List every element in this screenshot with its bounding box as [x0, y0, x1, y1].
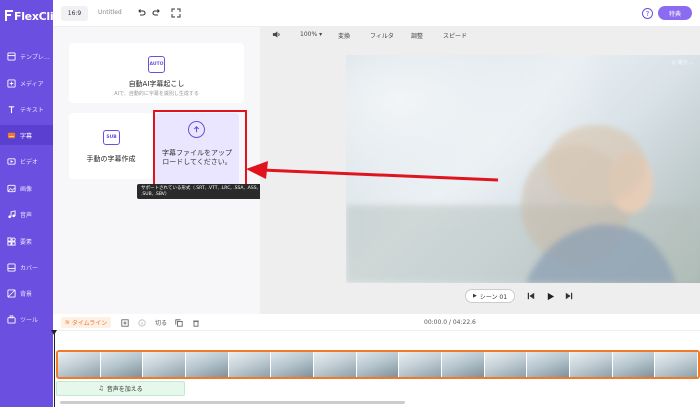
- toolbar-transform[interactable]: 変換: [338, 31, 350, 40]
- next-icon[interactable]: [564, 291, 574, 301]
- volume-icon[interactable]: [272, 30, 281, 39]
- clip-thumbnail[interactable]: [399, 352, 443, 377]
- toolbar-filter[interactable]: フィルタ: [370, 31, 394, 40]
- previous-icon[interactable]: [526, 291, 536, 301]
- clip-thumbnail[interactable]: [228, 352, 272, 377]
- timecode: 00:00.0 / 04:22.6: [424, 319, 476, 326]
- tab-timeline[interactable]: ≋ タイムライン: [61, 317, 111, 328]
- video-track[interactable]: [56, 350, 700, 379]
- timeline-tab-label: タイムライン: [71, 320, 108, 327]
- clip-thumbnail[interactable]: [655, 352, 698, 377]
- sidebar-item-label: テンプレ…: [20, 53, 50, 61]
- scene-button[interactable]: ▶ シーン 01: [465, 289, 515, 303]
- play-icon[interactable]: [545, 291, 555, 301]
- add-audio-label: 音声を加える: [106, 386, 143, 393]
- video-icon: [7, 157, 16, 166]
- sidebar-item-media[interactable]: メディア: [0, 73, 53, 93]
- clip-thumbnail[interactable]: [314, 352, 357, 377]
- playhead[interactable]: [54, 331, 55, 407]
- sub-icon: SUB: [103, 130, 120, 145]
- subtitle-icon: [7, 131, 16, 140]
- clip-thumbnail[interactable]: [442, 352, 485, 377]
- auto-card-subtitle: AIで、自動的に字幕を識別し生成する: [114, 91, 199, 97]
- toolbar-speed[interactable]: スピード: [443, 31, 467, 40]
- sidebar-item-label: カバー: [20, 264, 39, 272]
- clip-thumbnail[interactable]: [58, 352, 101, 377]
- tools-icon: [7, 314, 16, 324]
- clip-thumbnail[interactable]: [570, 352, 613, 377]
- sidebar-item-subtitle[interactable]: 字幕: [0, 125, 53, 145]
- audio-icon: [7, 209, 16, 219]
- sidebar-item-label: 要素: [20, 238, 33, 246]
- zoom-value: 100%: [300, 31, 318, 38]
- redo-icon[interactable]: [152, 8, 162, 18]
- auto-ai-subtitle-card[interactable]: AUTO 自動AI字幕起こし AIで、自動的に字幕を識別し生成する: [69, 43, 244, 103]
- sidebar-item-label: 背景: [20, 290, 33, 298]
- sidebar-item-template[interactable]: テンプレ…: [0, 46, 53, 66]
- manual-card-title: 手動の字幕作成: [86, 155, 136, 163]
- sidebar-item-label: 音声: [20, 211, 33, 219]
- red-arrow-annotation: [246, 161, 499, 182]
- zoom-select[interactable]: 100% ▾: [300, 31, 322, 38]
- info-icon[interactable]: [137, 318, 146, 327]
- sidebar-item-cover[interactable]: カバー: [0, 257, 53, 277]
- undo-icon[interactable]: [136, 8, 146, 18]
- timeline-icon: ≋: [64, 319, 70, 326]
- timeline-toolbar: ≋ タイムライン 切る 00:00.0 / 04:22.6: [53, 314, 700, 331]
- cut-button[interactable]: 切る: [155, 318, 167, 327]
- timeline-ruler[interactable]: [53, 331, 700, 349]
- watermark: ◎ 電子 ...: [671, 60, 694, 66]
- music-icon: ♫: [98, 385, 104, 392]
- clip-thumbnail[interactable]: [100, 352, 144, 377]
- clip-thumbnail[interactable]: [484, 352, 528, 377]
- manual-subtitle-card[interactable]: SUB 手動の字幕作成: [69, 113, 153, 179]
- sidebar: FlexClip テンプレ… メディア テキスト 字幕 ビデオ 画像 音声 要素…: [0, 0, 61, 407]
- auto-icon: AUTO: [148, 56, 165, 73]
- clip-thumbnail[interactable]: [186, 352, 229, 377]
- sidebar-item-background[interactable]: 背景: [0, 283, 53, 303]
- playhead-handle[interactable]: [51, 330, 57, 335]
- clip-thumbnail[interactable]: [271, 352, 315, 377]
- sidebar-item-label: 字幕: [20, 132, 33, 140]
- sidebar-item-label: 画像: [20, 185, 33, 193]
- premium-button[interactable]: 特典: [658, 6, 692, 20]
- template-icon: [7, 51, 16, 61]
- sidebar-item-label: メディア: [20, 80, 44, 88]
- add-icon[interactable]: [120, 318, 129, 327]
- timeline-scrollbar[interactable]: [60, 401, 405, 404]
- sidebar-item-image[interactable]: 画像: [0, 178, 53, 198]
- help-icon[interactable]: ?: [642, 8, 653, 19]
- aspect-ratio-button[interactable]: 16:9: [61, 6, 88, 21]
- sidebar-item-audio[interactable]: 音声: [0, 204, 53, 224]
- scene-label: シーン 01: [479, 293, 508, 301]
- sidebar-item-label: ツール: [20, 316, 39, 324]
- sidebar-item-text[interactable]: テキスト: [0, 99, 53, 119]
- sidebar-item-label: ビデオ: [20, 158, 39, 166]
- clip-thumbnail[interactable]: [356, 352, 400, 377]
- top-bar: 16:9 Untitled ? 特典: [53, 0, 700, 27]
- background-icon: [7, 288, 16, 298]
- media-icon: [7, 78, 16, 88]
- project-name[interactable]: Untitled: [98, 9, 122, 16]
- duplicate-icon[interactable]: [174, 318, 183, 327]
- image-icon: [7, 184, 16, 193]
- elements-icon: [7, 236, 16, 246]
- delete-icon[interactable]: [191, 318, 200, 327]
- add-audio-button[interactable]: ♫ 音声を加える: [56, 381, 185, 396]
- sidebar-item-tools[interactable]: ツール: [0, 309, 53, 329]
- auto-card-title: 自動AI字幕起こし: [128, 80, 185, 88]
- text-icon: [7, 105, 16, 114]
- clip-thumbnail[interactable]: [143, 352, 187, 377]
- sidebar-item-elements[interactable]: 要素: [0, 231, 53, 251]
- clip-thumbnail[interactable]: [612, 352, 656, 377]
- play-small-icon: ▶: [472, 293, 477, 299]
- fullscreen-icon[interactable]: [171, 8, 181, 18]
- clip-thumbnail[interactable]: [527, 352, 571, 377]
- sidebar-item-label: テキスト: [20, 106, 44, 114]
- cover-icon: [7, 262, 16, 272]
- sidebar-item-video[interactable]: ビデオ: [0, 151, 53, 171]
- toolbar-adjust[interactable]: 調整: [411, 31, 423, 40]
